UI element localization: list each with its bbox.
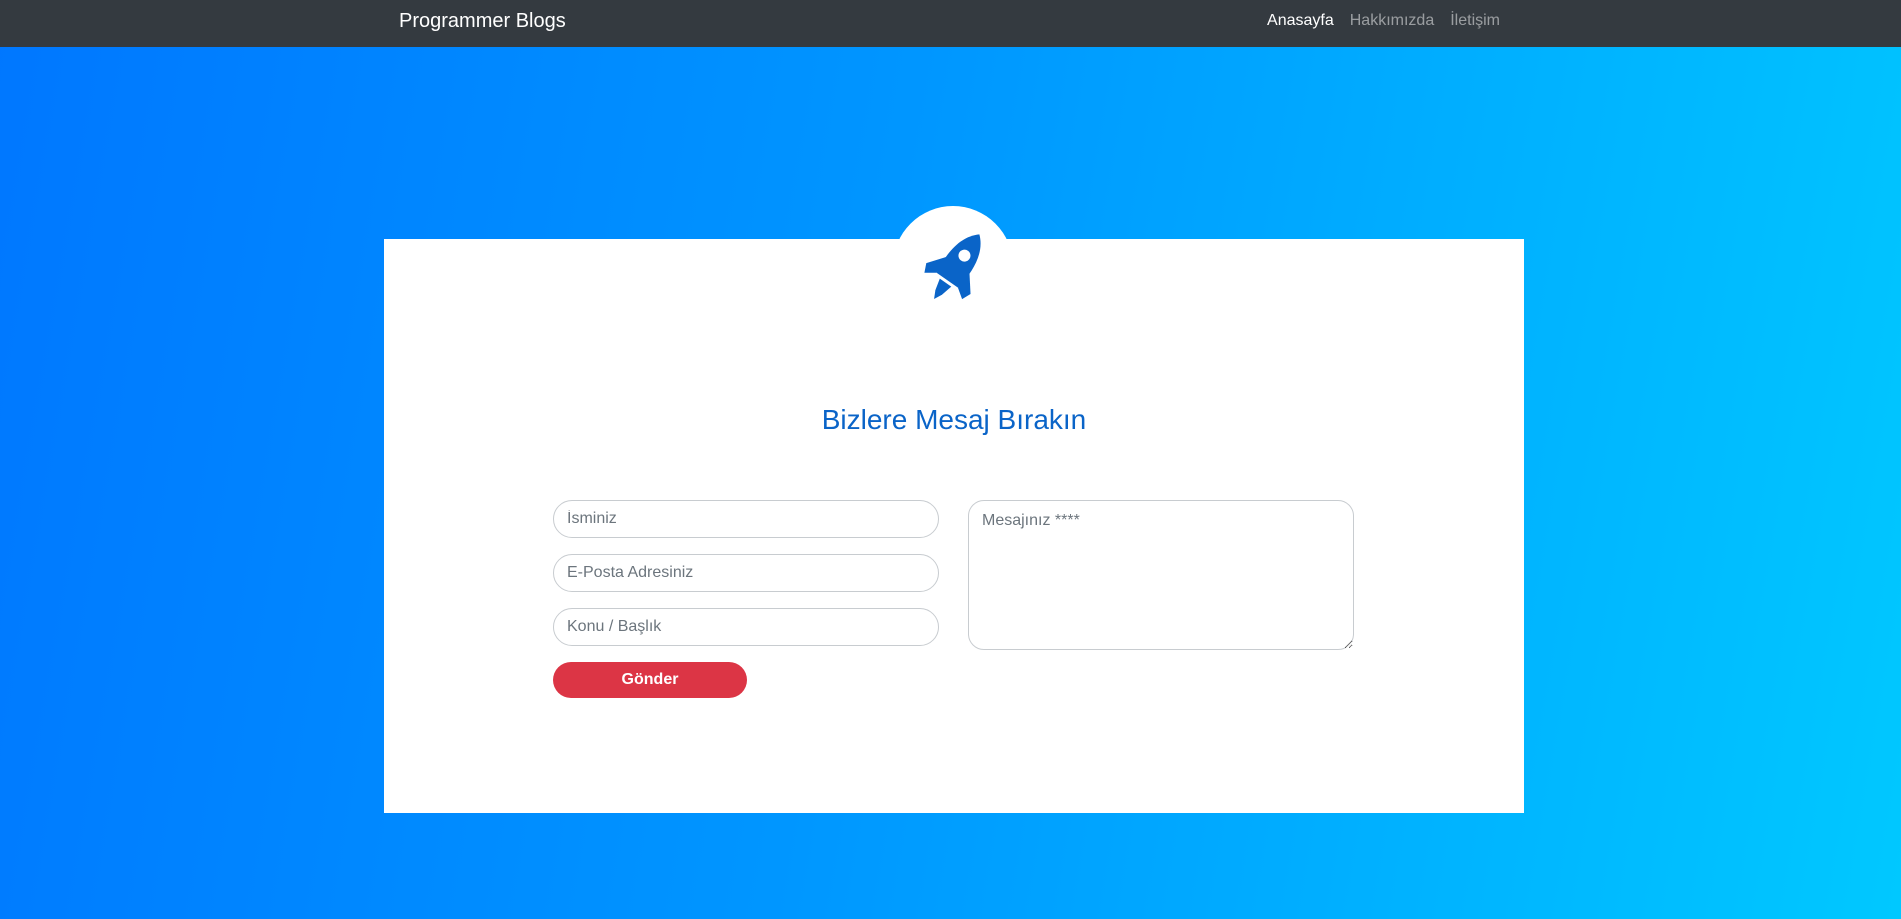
nav-link-iletisim[interactable]: İletişim	[1450, 11, 1500, 31]
nav-link-hakkimizda[interactable]: Hakkımızda	[1350, 11, 1434, 31]
nav-link-anasayfa[interactable]: Anasayfa	[1267, 11, 1334, 31]
message-textarea[interactable]	[968, 500, 1354, 650]
page-title: Bizlere Mesaj Bırakın	[821, 404, 1087, 435]
rocket-icon	[924, 234, 981, 300]
name-input[interactable]	[553, 500, 939, 538]
navbar: Programmer Blogs Anasayfa Hakkımızda İle…	[0, 0, 1901, 47]
subject-input[interactable]	[553, 608, 939, 646]
nav-links: Anasayfa Hakkımızda İletişim	[1267, 11, 1500, 31]
brand-link[interactable]: Programmer Blogs	[399, 9, 566, 33]
submit-button[interactable]: Gönder	[553, 662, 747, 698]
email-input[interactable]	[553, 554, 939, 592]
